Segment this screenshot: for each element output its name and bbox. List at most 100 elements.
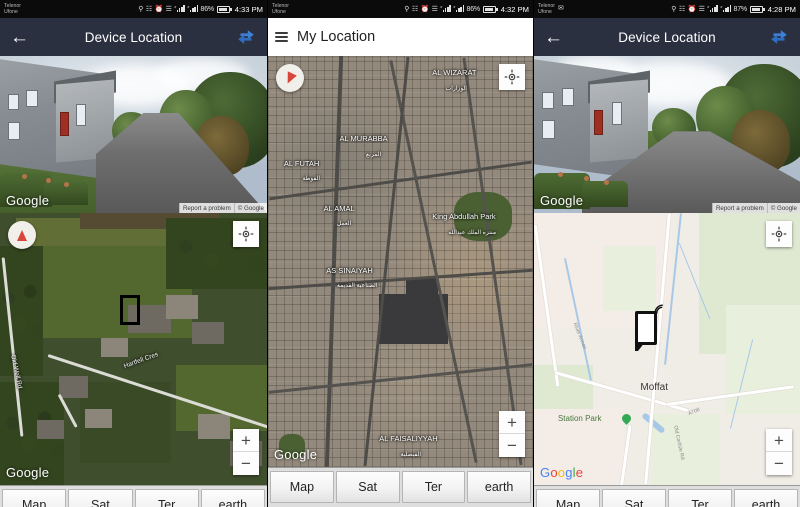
back-arrow-icon[interactable]: ← <box>544 28 568 47</box>
google-logo: Google <box>540 465 584 480</box>
app-bar: ← Device Location <box>0 18 267 56</box>
tab-ter[interactable]: Ter <box>668 489 732 507</box>
map-pane[interactable]: AL WIZARAT الوزارات AL MURABBA المربع AL… <box>268 56 533 467</box>
vibrate-icon: ☷ <box>678 6 686 13</box>
zoom-out-button[interactable]: − <box>499 434 525 457</box>
signal-icon-1: x <box>707 4 718 14</box>
clock-label: 4:28 PM <box>767 4 796 14</box>
page-title: Device Location <box>618 29 716 45</box>
panel-left: Telenor Ufone ⚲ ☷ ⏰ ☰ x x 86% 4:33 PM ← … <box>0 0 267 507</box>
carrier-line-2: Ufone <box>538 9 552 15</box>
map-type-tabs[interactable]: Map Sat Ter earth <box>534 485 800 507</box>
back-arrow-icon[interactable]: ← <box>10 28 34 47</box>
report-problem-link[interactable]: Report a problem <box>178 203 234 213</box>
my-location-icon[interactable] <box>233 221 259 247</box>
app-bar: ← Device Location <box>534 18 800 56</box>
map-label-as-sinaiyah-ar: الصناعية القديمة <box>336 283 378 290</box>
location-icon: ⚲ <box>138 6 144 13</box>
zoom-out-button[interactable]: − <box>233 452 259 475</box>
google-watermark: Google <box>6 193 49 208</box>
map-label-king-abdullah-park: King Abdullah Park <box>432 212 496 222</box>
google-logo-text: Google <box>274 447 318 462</box>
map-pane[interactable]: Moffat Station Park A708 Old Carlisle Rd… <box>534 213 800 485</box>
tab-earth[interactable]: earth <box>467 471 531 503</box>
tab-earth[interactable]: earth <box>734 489 798 507</box>
map-label-al-futah: AL FUTAH <box>283 158 320 168</box>
tab-map[interactable]: Map <box>536 489 600 507</box>
zoom-controls[interactable]: + − <box>233 429 259 475</box>
tab-map[interactable]: Map <box>270 471 334 503</box>
compass-icon[interactable] <box>276 64 304 92</box>
signal-icon-1: x <box>440 4 451 14</box>
map-label-al-wizarat-ar: الوزارات <box>445 85 467 92</box>
map-label-moffat: Moffat <box>640 381 668 393</box>
my-location-icon[interactable] <box>766 221 792 247</box>
zoom-controls[interactable]: + − <box>766 429 792 475</box>
wifi-icon: ☰ <box>165 6 172 13</box>
street-view-pane[interactable]: Google Report a problem © Google <box>534 56 800 213</box>
tab-earth[interactable]: earth <box>200 489 265 507</box>
google-watermark: Google <box>540 193 583 208</box>
device-box-marker <box>120 294 141 325</box>
battery-icon <box>750 5 765 13</box>
alarm-icon: ⏰ <box>687 6 697 13</box>
tab-sat[interactable]: Sat <box>602 489 666 507</box>
map-label-station-park: Station Park <box>557 414 602 424</box>
copyright-label: © Google <box>766 203 800 213</box>
map-label-al-murabba-ar: المربع <box>366 151 382 158</box>
panel-middle: Telenor Ufone ⚲ ☷ ⏰ ☰ x x 86% 4:32 PM My… <box>267 0 534 507</box>
street-view-pane[interactable]: Google Report a problem © Google <box>0 56 267 213</box>
status-bar: Telenor Ufone ⚲ ☷ ⏰ ☰ x x 86% 4:32 PM <box>268 0 533 18</box>
page-title: Device Location <box>84 29 183 45</box>
map-label-al-futah-ar: الفوطة <box>302 176 321 183</box>
map-label-al-faisaliyyah: AL FAISALIYYAH <box>379 434 438 444</box>
my-location-icon[interactable] <box>499 64 525 90</box>
signal-icon-2: x <box>187 4 199 14</box>
clock-label: 4:33 PM <box>234 4 263 14</box>
phone-signal-marker <box>635 304 663 351</box>
status-icons: ⚲ ☷ ⏰ ☰ x x 87% 4:28 PM <box>671 4 796 14</box>
map-label-al-amal-ar: العمل <box>336 221 352 228</box>
map-label-al-wizarat: AL WIZARAT <box>432 68 477 78</box>
copyright-label: © Google <box>233 203 267 213</box>
tab-sat[interactable]: Sat <box>335 471 400 503</box>
status-bar: Telenor Ufone ⚲ ☷ ⏰ ☰ x x 86% 4:33 PM <box>0 0 267 18</box>
map-type-tabs[interactable]: Map Sat Ter earth <box>268 467 533 507</box>
panel-right: Telenor Ufone ✉ ⚲ ☷ ⏰ ☰ x x 87% 4:28 PM … <box>534 0 800 507</box>
report-problem-link[interactable]: Report a problem <box>711 203 767 213</box>
attribution-bar: Report a problem © Google <box>178 203 267 213</box>
carrier-label: Telenor Ufone <box>4 3 21 15</box>
map-label-al-faisaliyyah-ar: الفيصلية <box>400 451 422 458</box>
screenshot-collage: Telenor Ufone ⚲ ☷ ⏰ ☰ x x 86% 4:33 PM ← … <box>0 0 800 507</box>
refresh-icon[interactable] <box>233 26 257 48</box>
carrier-label: Telenor Ufone <box>272 3 289 15</box>
status-bar: Telenor Ufone ✉ ⚲ ☷ ⏰ ☰ x x 87% 4:28 PM <box>534 0 800 18</box>
alarm-icon: ⏰ <box>420 6 430 13</box>
zoom-controls[interactable]: + − <box>499 411 525 457</box>
tab-ter[interactable]: Ter <box>401 471 466 503</box>
status-icons: ⚲ ☷ ⏰ ☰ x x 86% 4:33 PM <box>138 4 263 14</box>
tab-ter[interactable]: Ter <box>134 489 199 507</box>
tab-sat[interactable]: Sat <box>68 489 133 507</box>
compass-icon[interactable] <box>8 221 36 249</box>
map-label-al-murabba: AL MURABBA <box>339 134 388 144</box>
google-logo: Google <box>274 447 317 462</box>
battery-percent: 87% <box>733 5 748 13</box>
carrier-label: Telenor Ufone ✉ <box>538 3 564 15</box>
zoom-in-button[interactable]: + <box>766 429 792 452</box>
battery-percent: 86% <box>466 5 481 13</box>
map-pane[interactable]: Old Well Rd Hartfell Cres + − Google <box>0 213 267 485</box>
hamburger-menu-icon[interactable] <box>275 32 288 42</box>
zoom-out-button[interactable]: − <box>766 452 792 475</box>
signal-icon-2: x <box>453 4 465 14</box>
google-logo: Google <box>6 465 49 480</box>
tab-map[interactable]: Map <box>2 489 67 507</box>
google-watermark-text: Google <box>540 193 584 208</box>
zoom-in-button[interactable]: + <box>233 429 259 452</box>
clock-label: 4:32 PM <box>500 4 529 14</box>
map-type-tabs[interactable]: Map Sat Ter earth <box>0 485 267 507</box>
zoom-in-button[interactable]: + <box>499 411 525 434</box>
google-watermark-text: Google <box>6 193 50 208</box>
refresh-icon[interactable] <box>766 26 790 48</box>
carrier-line-2: Ufone <box>4 9 18 15</box>
